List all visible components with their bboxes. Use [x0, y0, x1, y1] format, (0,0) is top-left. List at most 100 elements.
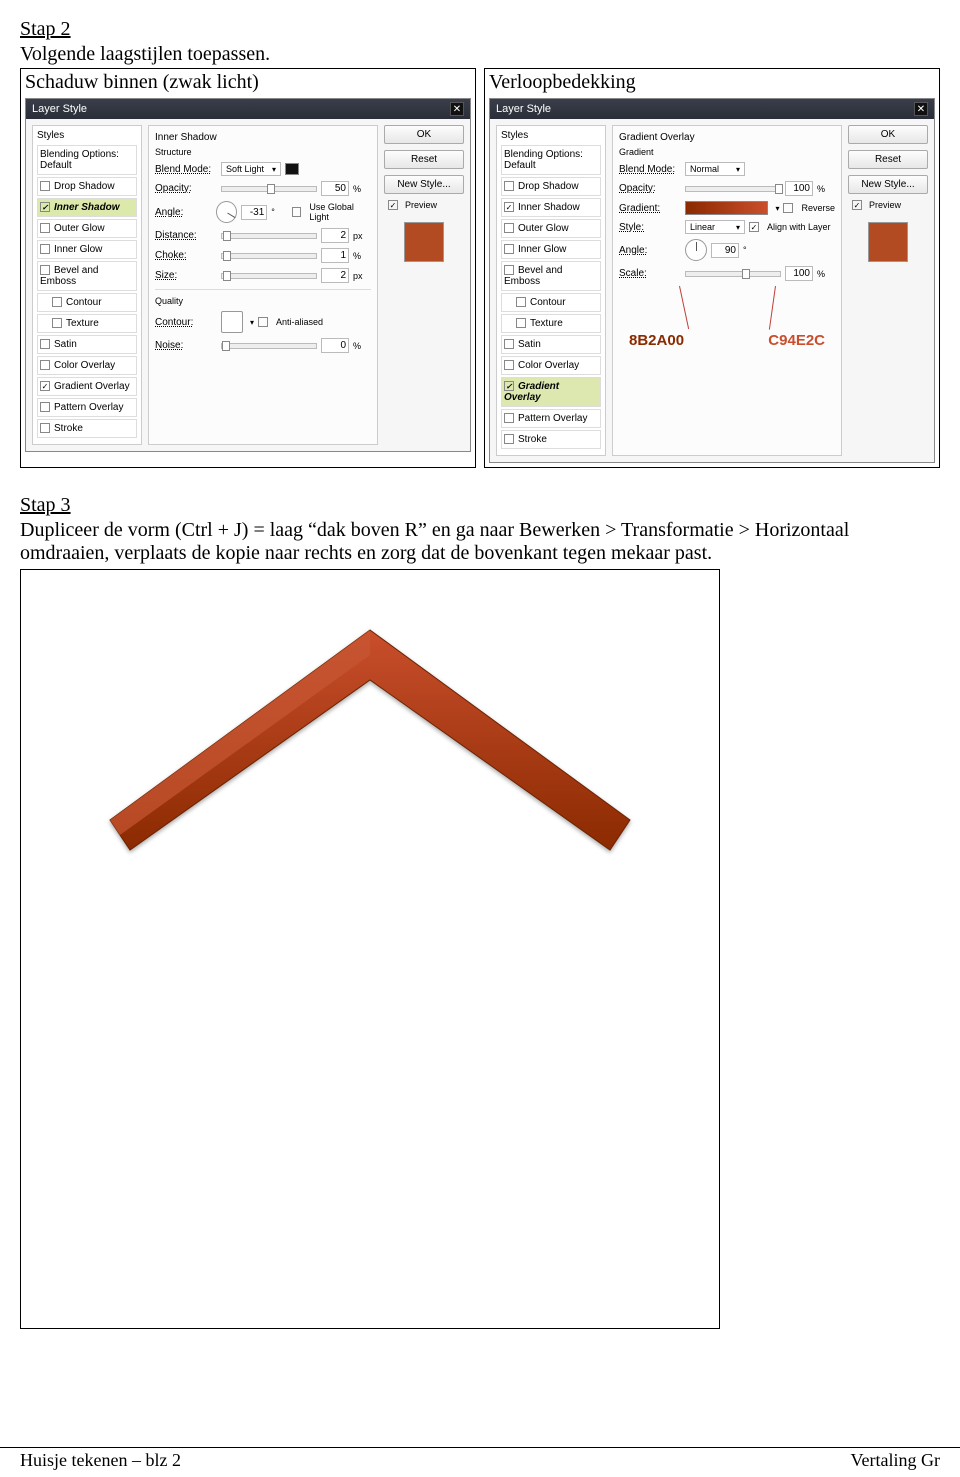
preview-checkbox[interactable]: [852, 200, 862, 210]
checkbox[interactable]: [504, 413, 514, 423]
new-style-button[interactable]: New Style...: [848, 175, 928, 194]
style-outer-glow[interactable]: Outer Glow: [501, 219, 601, 238]
use-global-checkbox[interactable]: [292, 207, 301, 217]
style-inner-glow[interactable]: Inner Glow: [37, 240, 137, 259]
style-gradient-overlay[interactable]: Gradient Overlay: [501, 377, 601, 407]
chevron-down-icon[interactable]: ▾: [250, 318, 254, 327]
checkbox[interactable]: [504, 181, 514, 191]
checkbox[interactable]: [504, 223, 514, 233]
checkbox[interactable]: [52, 318, 62, 328]
checkbox[interactable]: [504, 202, 514, 212]
ok-button[interactable]: OK: [848, 125, 928, 144]
chevron-down-icon[interactable]: ▾: [775, 204, 779, 213]
reset-button[interactable]: Reset: [384, 150, 464, 169]
close-icon[interactable]: ✕: [914, 102, 928, 116]
angle-value[interactable]: 90: [711, 243, 739, 258]
size-slider[interactable]: [221, 273, 317, 279]
left-cell-head: Schaduw binnen (zwak licht): [25, 69, 471, 98]
choke-slider[interactable]: [221, 253, 317, 259]
preview-row[interactable]: Preview: [384, 200, 464, 210]
checkbox[interactable]: [504, 434, 514, 444]
checkbox[interactable]: [40, 423, 50, 433]
checkbox[interactable]: [504, 381, 514, 391]
style-inner-shadow[interactable]: Inner Shadow: [501, 198, 601, 217]
chevron-down-icon: ▾: [272, 165, 276, 174]
checkbox[interactable]: [52, 297, 62, 307]
style-inner-glow[interactable]: Inner Glow: [501, 240, 601, 259]
blend-mode-dropdown[interactable]: Normal▾: [685, 162, 745, 176]
style-stroke[interactable]: Stroke: [501, 430, 601, 449]
angle-dial[interactable]: [216, 201, 237, 223]
contour-picker[interactable]: [221, 311, 243, 333]
divider: [155, 289, 371, 290]
style-inner-shadow[interactable]: Inner Shadow: [37, 198, 137, 217]
opacity-value[interactable]: 100: [785, 181, 813, 196]
style-outer-glow[interactable]: Outer Glow: [37, 219, 137, 238]
styles-title: Styles: [501, 130, 601, 141]
ok-button[interactable]: OK: [384, 125, 464, 144]
opacity-value[interactable]: 50: [321, 181, 349, 196]
right-cell-head: Verloopbedekking: [489, 69, 935, 98]
checkbox[interactable]: [40, 202, 50, 212]
antialiased-checkbox[interactable]: [258, 317, 268, 327]
style-stroke[interactable]: Stroke: [37, 419, 137, 438]
checkbox[interactable]: [40, 244, 50, 254]
checkbox[interactable]: [40, 265, 50, 275]
checkbox[interactable]: [40, 360, 50, 370]
shadow-color-chip[interactable]: [285, 163, 299, 175]
preview-row[interactable]: Preview: [848, 200, 928, 210]
style-color-overlay[interactable]: Color Overlay: [37, 356, 137, 375]
style-drop-shadow[interactable]: Drop Shadow: [501, 177, 601, 196]
checkbox[interactable]: [40, 339, 50, 349]
blending-options-row[interactable]: Blending Options: Default: [37, 145, 137, 175]
new-style-button[interactable]: New Style...: [384, 175, 464, 194]
opacity-unit: %: [353, 184, 371, 194]
close-icon[interactable]: ✕: [450, 102, 464, 116]
checkbox[interactable]: [504, 360, 514, 370]
style-satin[interactable]: Satin: [37, 335, 137, 354]
style-drop-shadow[interactable]: Drop Shadow: [37, 177, 137, 196]
scale-slider[interactable]: [685, 271, 781, 277]
checkbox[interactable]: [40, 402, 50, 412]
checkbox[interactable]: [40, 223, 50, 233]
preview-checkbox[interactable]: [388, 200, 398, 210]
gradient-style-dropdown[interactable]: Linear▾: [685, 220, 745, 234]
style-pattern-overlay[interactable]: Pattern Overlay: [501, 409, 601, 428]
size-label: Size:: [155, 270, 217, 281]
checkbox[interactable]: [40, 181, 50, 191]
reverse-checkbox[interactable]: [783, 203, 793, 213]
checkbox[interactable]: [516, 297, 526, 307]
style-contour[interactable]: Contour: [37, 293, 137, 312]
style-bevel[interactable]: Bevel and Emboss: [501, 261, 601, 291]
opacity-slider[interactable]: [221, 186, 317, 192]
angle-dial[interactable]: [685, 239, 707, 261]
blend-mode-dropdown[interactable]: Soft Light▾: [221, 162, 281, 176]
distance-slider[interactable]: [221, 233, 317, 239]
choke-value[interactable]: 1: [321, 248, 349, 263]
style-bevel[interactable]: Bevel and Emboss: [37, 261, 137, 291]
scale-value[interactable]: 100: [785, 266, 813, 281]
style-texture[interactable]: Texture: [501, 314, 601, 333]
blending-options-row[interactable]: Blending Options: Default: [501, 145, 601, 175]
opacity-slider[interactable]: [685, 186, 781, 192]
checkbox[interactable]: [516, 318, 526, 328]
gradient-picker[interactable]: [685, 201, 768, 215]
distance-value[interactable]: 2: [321, 228, 349, 243]
style-texture[interactable]: Texture: [37, 314, 137, 333]
checkbox[interactable]: [504, 265, 514, 275]
align-checkbox[interactable]: [749, 222, 759, 232]
style-satin[interactable]: Satin: [501, 335, 601, 354]
checkbox[interactable]: [504, 339, 514, 349]
style-color-overlay[interactable]: Color Overlay: [501, 356, 601, 375]
size-value[interactable]: 2: [321, 268, 349, 283]
checkbox[interactable]: [40, 381, 50, 391]
style-contour[interactable]: Contour: [501, 293, 601, 312]
noise-value[interactable]: 0: [321, 338, 349, 353]
angle-value[interactable]: -31: [241, 205, 267, 220]
style-pattern-overlay[interactable]: Pattern Overlay: [37, 398, 137, 417]
style-gradient-overlay[interactable]: Gradient Overlay: [37, 377, 137, 396]
noise-unit: %: [353, 341, 371, 351]
reset-button[interactable]: Reset: [848, 150, 928, 169]
checkbox[interactable]: [504, 244, 514, 254]
noise-slider[interactable]: [221, 343, 317, 349]
